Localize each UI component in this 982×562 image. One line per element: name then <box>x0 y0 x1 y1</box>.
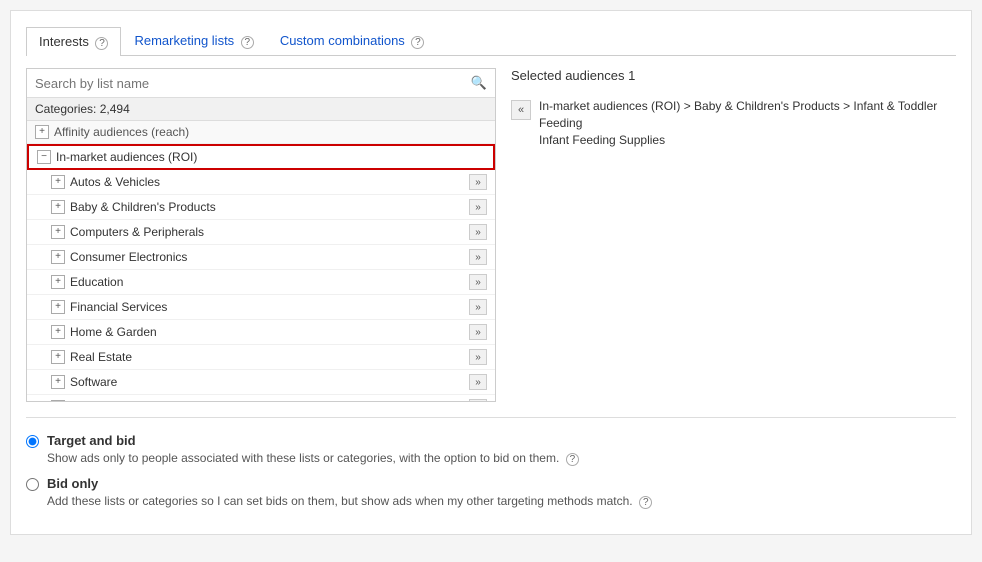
search-icon: 🔍 <box>471 75 487 91</box>
target-bid-radio[interactable] <box>26 435 39 448</box>
target-bid-label: Target and bid Show ads only to people a… <box>47 433 579 466</box>
list-item[interactable]: + Home & Garden » <box>27 320 495 345</box>
tab-custom-label: Custom combinations <box>280 33 405 48</box>
main-content: 🔍 Categories: 2,494 + Affinity audiences… <box>26 68 956 402</box>
autos-arrow-btn[interactable]: » <box>469 174 487 190</box>
target-bid-option: Target and bid Show ads only to people a… <box>26 433 956 466</box>
baby-expand-icon[interactable]: + <box>51 200 65 214</box>
affinity-label: Affinity audiences (reach) <box>54 125 189 139</box>
software-arrow-btn[interactable]: » <box>469 374 487 390</box>
affinity-item[interactable]: + Affinity audiences (reach) <box>27 121 495 144</box>
left-panel: 🔍 Categories: 2,494 + Affinity audiences… <box>26 68 496 402</box>
consumer-label: Consumer Electronics <box>70 250 187 264</box>
list-item[interactable]: + Real Estate » <box>27 345 495 370</box>
bid-only-radio[interactable] <box>26 478 39 491</box>
autos-label: Autos & Vehicles <box>70 175 160 189</box>
bottom-section: Target and bid Show ads only to people a… <box>26 417 956 509</box>
list-item[interactable]: + Telecom » <box>27 395 495 401</box>
baby-label: Baby & Children's Products <box>70 200 216 214</box>
telecom-arrow-btn[interactable]: » <box>469 399 487 401</box>
realestate-label: Real Estate <box>70 350 132 364</box>
list-item[interactable]: + Computers & Peripherals » <box>27 220 495 245</box>
interests-help-icon[interactable]: ? <box>95 37 108 50</box>
bid-only-help-icon[interactable]: ? <box>639 496 652 509</box>
categories-count: 2,494 <box>100 102 130 116</box>
bid-only-title: Bid only <box>47 476 652 491</box>
financial-expand-icon[interactable]: + <box>51 300 65 314</box>
realestate-expand-icon[interactable]: + <box>51 350 65 364</box>
tab-bar: Interests ? Remarketing lists ? Custom c… <box>26 26 956 56</box>
tab-remarketing-label: Remarketing lists <box>134 33 234 48</box>
home-expand-icon[interactable]: + <box>51 325 65 339</box>
selected-audiences-label: Selected audiences <box>511 68 624 83</box>
audience-item-sub: Infant Feeding Supplies <box>539 133 665 147</box>
education-arrow-btn[interactable]: » <box>469 274 487 290</box>
tab-interests[interactable]: Interests ? <box>26 27 121 56</box>
list-item[interactable]: + Financial Services » <box>27 295 495 320</box>
software-expand-icon[interactable]: + <box>51 375 65 389</box>
realestate-arrow-btn[interactable]: » <box>469 349 487 365</box>
target-bid-title: Target and bid <box>47 433 579 448</box>
list-item[interactable]: + Baby & Children's Products » <box>27 195 495 220</box>
consumer-arrow-btn[interactable]: » <box>469 249 487 265</box>
bid-only-desc: Add these lists or categories so I can s… <box>47 494 633 508</box>
tab-custom[interactable]: Custom combinations ? <box>267 26 438 55</box>
computers-expand-icon[interactable]: + <box>51 225 65 239</box>
audience-item: « In-market audiences (ROI) > Baby & Chi… <box>511 93 956 153</box>
main-container: Interests ? Remarketing lists ? Custom c… <box>10 10 972 535</box>
audience-item-text: In-market audiences (ROI) > Baby & Child… <box>539 99 937 130</box>
software-label: Software <box>70 375 117 389</box>
tab-remarketing[interactable]: Remarketing lists ? <box>121 26 266 55</box>
home-label: Home & Garden <box>70 325 157 339</box>
financial-label: Financial Services <box>70 300 167 314</box>
financial-arrow-btn[interactable]: » <box>469 299 487 315</box>
remove-audience-button[interactable]: « <box>511 100 531 120</box>
home-arrow-btn[interactable]: » <box>469 324 487 340</box>
list-item[interactable]: + Education » <box>27 270 495 295</box>
computers-arrow-btn[interactable]: » <box>469 224 487 240</box>
baby-arrow-btn[interactable]: » <box>469 199 487 215</box>
list-item[interactable]: + Consumer Electronics » <box>27 245 495 270</box>
in-market-expand-icon[interactable]: − <box>37 150 51 164</box>
computers-label: Computers & Peripherals <box>70 225 204 239</box>
categories-header: Categories: 2,494 <box>27 98 495 121</box>
target-bid-help-icon[interactable]: ? <box>566 453 579 466</box>
remarketing-help-icon[interactable]: ? <box>241 36 254 49</box>
bid-only-label: Bid only Add these lists or categories s… <box>47 476 652 509</box>
education-label: Education <box>70 275 123 289</box>
list-item[interactable]: + Autos & Vehicles » <box>27 170 495 195</box>
autos-expand-icon[interactable]: + <box>51 175 65 189</box>
categories-label: Categories: <box>35 102 96 116</box>
target-bid-desc: Show ads only to people associated with … <box>47 451 559 465</box>
audience-text: In-market audiences (ROI) > Baby & Child… <box>539 98 956 148</box>
selected-audiences-header: Selected audiences 1 <box>511 68 956 83</box>
in-market-label: In-market audiences (ROI) <box>56 150 197 164</box>
telecom-label: Telecom <box>70 400 115 401</box>
tree-list: + Affinity audiences (reach) − In-market… <box>27 121 495 401</box>
affinity-expand-icon[interactable]: + <box>35 125 49 139</box>
selected-audiences-count: 1 <box>628 68 635 83</box>
tab-interests-label: Interests <box>39 34 89 49</box>
education-expand-icon[interactable]: + <box>51 275 65 289</box>
custom-help-icon[interactable]: ? <box>411 36 424 49</box>
consumer-expand-icon[interactable]: + <box>51 250 65 264</box>
bid-only-option: Bid only Add these lists or categories s… <box>26 476 956 509</box>
search-box: 🔍 <box>27 69 495 98</box>
telecom-expand-icon[interactable]: + <box>51 400 65 401</box>
right-panel: Selected audiences 1 « In-market audienc… <box>511 68 956 402</box>
list-item[interactable]: + Software » <box>27 370 495 395</box>
search-input[interactable] <box>35 76 471 91</box>
in-market-item[interactable]: − In-market audiences (ROI) <box>27 144 495 170</box>
